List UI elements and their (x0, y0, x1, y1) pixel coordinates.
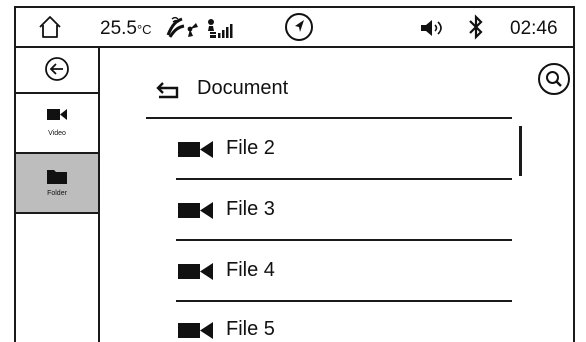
sidebar-empty-area (16, 214, 98, 342)
file-name: File 2 (226, 137, 275, 159)
file-name: File 3 (226, 198, 275, 220)
clock: 02:46 (510, 18, 558, 39)
head-unit-screen: 25.5°C 02:46 Video Folder Document File … (0, 0, 586, 342)
video-file-icon (178, 263, 213, 280)
file-name: File 5 (226, 318, 275, 340)
defrost-fan-icon (166, 16, 198, 38)
volume-icon[interactable] (418, 17, 450, 39)
file-row[interactable]: File 5 (176, 302, 512, 342)
file-name: File 4 (226, 259, 275, 281)
sidebar-item-video[interactable]: Video (16, 94, 98, 154)
folder-icon (47, 170, 67, 184)
temperature-readout: 25.5°C (100, 18, 152, 40)
folder-title: Document (197, 77, 289, 99)
temperature-unit: °C (136, 22, 152, 37)
scrollbar-thumb[interactable] (519, 126, 522, 176)
video-file-icon (178, 202, 213, 219)
sidebar-item-folder[interactable]: Folder (16, 154, 98, 214)
status-bar: 25.5°C 02:46 (16, 8, 573, 48)
search-icon[interactable] (537, 62, 571, 96)
sidebar-back-button[interactable] (16, 48, 98, 94)
file-browser: Document File 2 File 3 File 4 File 5 (100, 48, 573, 342)
sidebar-item-label: Video (48, 130, 66, 137)
temperature-value: 25.5 (100, 18, 137, 39)
video-camera-icon (47, 109, 67, 120)
back-circle-icon (45, 57, 69, 81)
home-icon[interactable] (38, 15, 62, 39)
file-row[interactable]: File 4 (176, 241, 512, 302)
file-row[interactable]: File 3 (176, 180, 512, 241)
navigation-arrow-icon[interactable] (284, 12, 314, 42)
video-file-icon (178, 141, 213, 158)
signal-strength-icon (208, 19, 233, 38)
sidebar: Video Folder (16, 48, 100, 342)
video-file-icon (178, 322, 213, 339)
sidebar-item-label: Folder (47, 190, 67, 197)
bluetooth-icon (469, 14, 483, 40)
file-row[interactable]: File 2 (176, 119, 512, 180)
return-arrow-icon[interactable] (155, 80, 181, 100)
